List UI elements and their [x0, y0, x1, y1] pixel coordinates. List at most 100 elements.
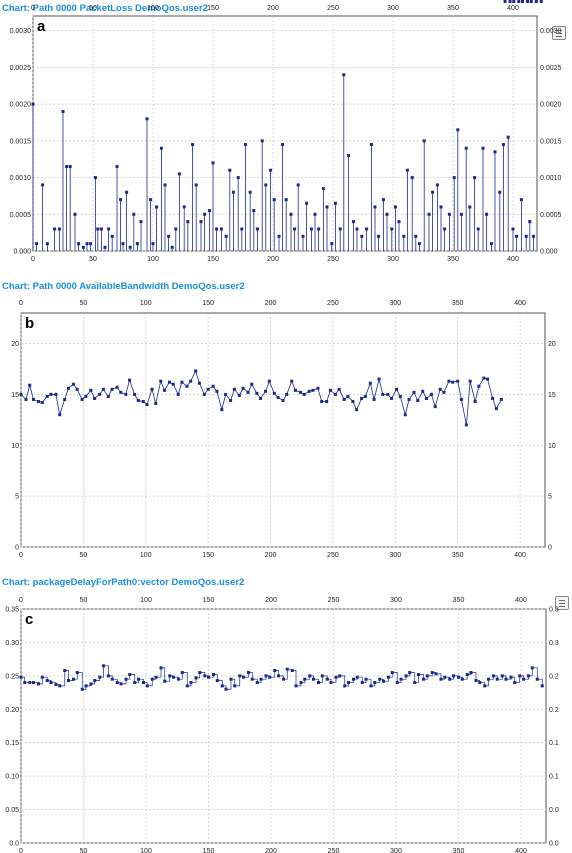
data-point — [259, 677, 263, 681]
data-point — [45, 679, 49, 683]
x-tick-label-top: 100 — [140, 300, 152, 307]
data-point — [145, 117, 149, 121]
data-point — [259, 396, 263, 400]
data-point — [408, 671, 412, 675]
data-point — [360, 396, 364, 400]
data-point — [124, 677, 128, 681]
y-tick-label-right: 0.3 — [549, 640, 559, 647]
data-point — [430, 671, 434, 675]
data-point — [154, 675, 158, 679]
data-point — [45, 394, 49, 398]
y-tick-label-right: 0.2 — [549, 673, 559, 680]
data-point — [233, 684, 237, 688]
data-point — [232, 387, 236, 391]
y-tick-label-right: 5 — [548, 494, 552, 501]
data-point — [303, 677, 307, 681]
x-tick-label: 250 — [327, 552, 339, 559]
data-point — [273, 669, 277, 673]
data-point — [212, 673, 215, 677]
data-point — [395, 681, 399, 685]
data-point — [513, 681, 517, 685]
data-point — [281, 143, 285, 147]
data-point — [185, 384, 189, 388]
data-point — [159, 666, 163, 670]
data-point — [355, 227, 359, 231]
data-point — [49, 392, 53, 396]
data-point — [429, 392, 433, 396]
data-point — [386, 392, 390, 396]
data-point — [416, 398, 420, 402]
data-point — [176, 392, 180, 396]
data-point — [202, 392, 206, 396]
data-point — [447, 212, 451, 216]
data-point — [40, 675, 44, 679]
data-point — [125, 190, 129, 194]
data-point — [483, 684, 487, 688]
data-point — [390, 227, 394, 231]
data-point — [329, 681, 333, 685]
data-point — [71, 382, 75, 386]
data-point — [493, 150, 497, 154]
data-point — [294, 684, 298, 688]
data-point — [301, 234, 305, 238]
data-point — [424, 396, 428, 400]
data-point — [80, 397, 84, 401]
x-tick-label: 50 — [79, 552, 87, 559]
data-point — [133, 681, 137, 685]
data-point — [172, 675, 175, 679]
x-tick-label: 300 — [389, 552, 401, 559]
data-point — [168, 674, 172, 678]
y-tick-label: 0.0005 — [10, 212, 32, 219]
data-point — [119, 390, 123, 394]
data-point — [373, 681, 377, 685]
data-point — [433, 405, 437, 409]
data-point — [369, 684, 373, 688]
x-tick-label: 200 — [265, 848, 277, 853]
data-point — [37, 682, 40, 686]
data-point — [346, 394, 350, 398]
data-point — [163, 679, 167, 683]
data-point — [98, 675, 102, 679]
y-tick-label: 0.30 — [5, 640, 19, 647]
data-point — [145, 403, 149, 407]
x-tick-label-top: 400 — [515, 597, 527, 604]
data-point — [435, 183, 439, 187]
data-point — [241, 386, 245, 390]
data-point — [236, 176, 240, 180]
data-point — [137, 677, 140, 681]
data-point — [93, 396, 97, 400]
data-point — [442, 390, 446, 394]
data-point — [58, 684, 62, 688]
data-point — [242, 675, 245, 679]
data-point — [540, 684, 544, 688]
x-tick-label: 300 — [390, 848, 402, 853]
data-point — [159, 146, 163, 150]
x-tick-label: 400 — [507, 256, 519, 263]
data-point — [512, 0, 516, 3]
data-point — [41, 183, 45, 187]
chart-c-legend-button[interactable] — [555, 596, 569, 610]
data-point — [334, 675, 338, 679]
y-tick-label: 0.20 — [5, 707, 19, 714]
data-point — [174, 227, 178, 231]
series-line — [21, 665, 543, 690]
data-point — [448, 677, 452, 681]
data-point — [468, 379, 472, 383]
y-tick-label-right: 0.1 — [549, 740, 559, 747]
data-point — [115, 165, 119, 169]
data-point — [229, 677, 233, 681]
y-tick-label-right: 0.1 — [549, 774, 559, 781]
data-point — [410, 176, 414, 180]
data-point — [464, 146, 468, 150]
x-tick-label-top: 250 — [327, 300, 339, 307]
data-point — [407, 397, 411, 401]
data-point — [145, 684, 149, 688]
data-point — [468, 205, 472, 209]
y-tick-label: 0.0020 — [10, 102, 32, 109]
data-point — [293, 388, 297, 392]
chart-a-legend-button[interactable] — [552, 26, 566, 40]
data-point — [252, 209, 256, 213]
y-tick-label: 0.0010 — [10, 175, 32, 182]
data-point — [139, 220, 143, 224]
data-point — [501, 143, 505, 147]
